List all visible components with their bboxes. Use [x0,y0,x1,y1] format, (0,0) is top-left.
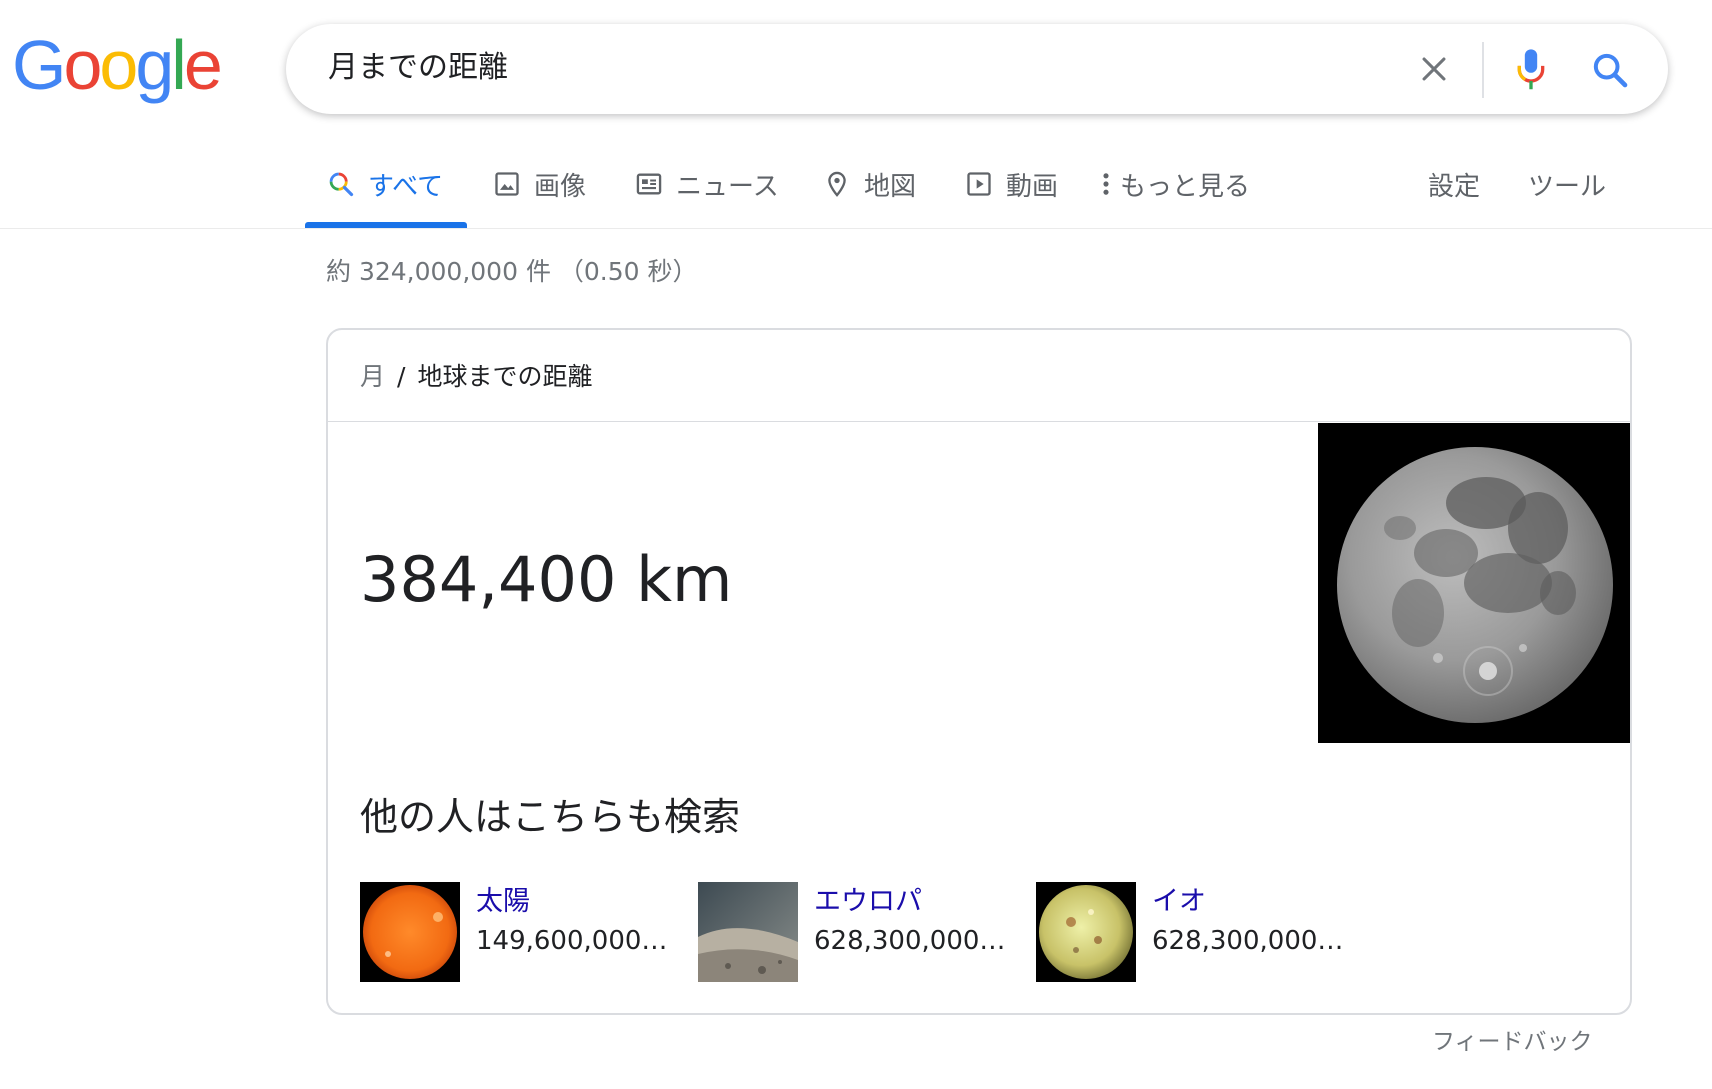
clear-button[interactable] [1411,46,1457,92]
search-tabs: すべて 画像 ニュース 地図 動画 もっと見る 設定 ツール [0,150,1712,228]
related-item-europa[interactable]: エウロパ 628,300,000… [698,882,1018,982]
answer-value: 384,400 km [360,543,733,616]
tab-images-label: 画像 [534,171,587,202]
breadcrumb-root-link[interactable]: 月 [360,362,385,391]
search-icon [326,169,356,199]
sun-thumbnail [360,882,460,982]
logo-letter-o1: o [63,26,102,104]
also-searched-heading: 他の人はこちらも検索 [360,795,741,839]
related-value: 149,600,000… [476,926,668,956]
logo-letter-l: l [171,26,186,104]
related-item-sun[interactable]: 太陽 149,600,000… [360,882,680,982]
logo-letter-e: e [183,26,223,104]
tab-all-label: すべて [368,171,444,202]
logo-letter-g2: g [135,26,174,104]
search-divider [1482,42,1484,98]
tab-maps[interactable]: 地図 [822,164,916,204]
tab-videos[interactable]: 動画 [964,164,1058,204]
related-item-io[interactable]: イオ 628,300,000… [1036,882,1356,982]
tab-all[interactable]: すべて [326,164,443,204]
settings-link[interactable]: 設定 [1428,164,1480,204]
search-icon [1593,53,1628,88]
map-pin-icon [822,169,852,199]
header-divider [0,228,1712,229]
moon-image[interactable] [1318,423,1630,743]
tools-link[interactable]: ツール [1528,164,1606,204]
tab-news-label: ニュース [676,171,779,202]
image-icon [492,169,522,199]
video-icon [964,169,994,199]
related-value: 628,300,000… [814,926,1006,956]
mic-icon [1517,49,1545,90]
breadcrumb: 月 / 地球までの距離 [360,360,592,394]
google-logo[interactable]: Google [12,30,223,100]
search-input[interactable]: 月までの距離 [328,48,508,88]
feedback-link[interactable]: フィードバック [1432,1022,1593,1056]
card-divider [328,421,1630,422]
related-title[interactable]: イオ [1152,884,1206,920]
tab-videos-label: 動画 [1006,171,1059,202]
tab-images[interactable]: 画像 [492,164,586,204]
tab-more[interactable]: もっと見る [1098,164,1250,204]
search-submit-button[interactable] [1584,44,1636,96]
logo-letter-o2: o [99,26,138,104]
tab-more-label: もっと見る [1120,171,1251,202]
breadcrumb-current: 地球までの距離 [417,362,593,391]
related-value: 628,300,000… [1152,926,1344,956]
logo-letter-g: G [12,26,66,104]
search-box[interactable]: 月までの距離 [286,24,1668,114]
voice-search-button[interactable] [1506,44,1556,96]
tab-maps-label: 地図 [864,171,917,202]
europa-thumbnail [698,882,798,982]
io-thumbnail [1036,882,1136,982]
result-stats: 約 324,000,000 件 （0.50 秒） [326,257,698,286]
related-title[interactable]: エウロパ [814,884,922,920]
news-icon [634,169,664,199]
breadcrumb-separator: / [397,362,406,391]
related-title[interactable]: 太陽 [476,884,530,920]
close-icon [1422,57,1446,81]
answer-card: 月 / 地球までの距離 384,400 km 他の人はこちらも検索 太陽 149… [326,328,1632,1015]
more-vert-icon [1098,169,1114,199]
tab-news[interactable]: ニュース [634,164,779,204]
